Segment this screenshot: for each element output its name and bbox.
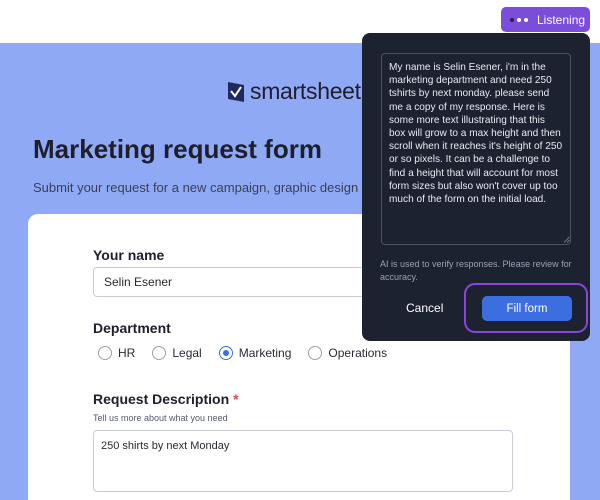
brand-name: smartsheet (250, 78, 361, 104)
radio-circle[interactable] (152, 346, 167, 360)
page-subtitle: Submit your request for a new campaign, … (33, 180, 359, 195)
radio-circle[interactable] (98, 346, 112, 360)
resize-handle-icon[interactable] (563, 236, 570, 243)
radio-label: Marketing (238, 346, 292, 360)
description-value: 250 shirts by next Monday (101, 440, 230, 452)
listening-label: Listening (537, 12, 586, 27)
name-input[interactable]: Selin Esener (93, 267, 383, 297)
cancel-button[interactable]: Cancel (406, 301, 443, 315)
radio-circle-checked[interactable] (218, 346, 233, 360)
radio-legal[interactable]: Legal (152, 346, 202, 360)
name-label: Your name (93, 247, 165, 263)
radio-label: Legal (172, 346, 202, 360)
radio-circle[interactable] (308, 346, 323, 360)
radio-operations[interactable]: Operations (308, 346, 387, 360)
smartsheet-logo-icon (228, 81, 244, 102)
name-value: Selin Esener (104, 275, 173, 289)
department-label: Department (93, 320, 171, 336)
description-help: Tell us more about what you need (93, 413, 228, 423)
radio-marketing[interactable]: Marketing (218, 346, 292, 360)
radio-label: Operations (328, 346, 388, 360)
listening-button[interactable]: Listening (501, 7, 590, 32)
radio-hr[interactable]: HR (98, 346, 135, 360)
listening-dots-icon (510, 17, 528, 22)
description-label-text: Request Description (93, 391, 230, 407)
radio-label: HR (118, 346, 136, 360)
brand-logo: smartsheet (228, 78, 361, 105)
fill-form-button[interactable]: Fill form (482, 296, 572, 321)
transcript-textarea[interactable]: My name is Selin Esener, i'm in the mark… (381, 53, 571, 245)
description-label: Request Description * (93, 391, 239, 407)
description-textarea[interactable]: 250 shirts by next Monday (93, 430, 513, 492)
department-radio-group: HR Legal Marketing Operations (98, 346, 404, 360)
ai-disclaimer: AI is used to verify responses. Please r… (380, 259, 572, 282)
required-marker: * (233, 391, 239, 407)
page-title: Marketing request form (33, 134, 322, 164)
